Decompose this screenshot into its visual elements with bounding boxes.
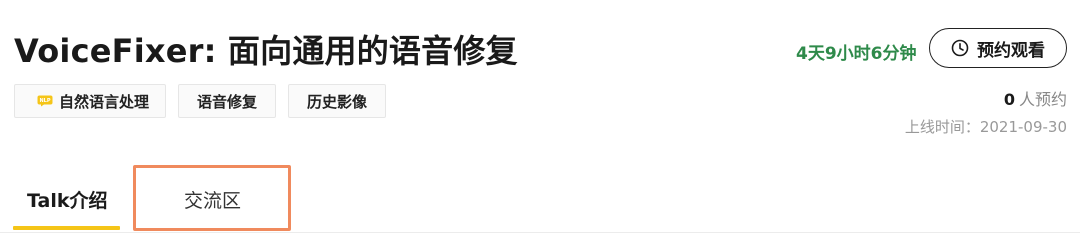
tab-talk-intro[interactable]: Talk介绍	[27, 186, 107, 213]
nlp-icon: NLP	[37, 95, 53, 107]
tag-nlp[interactable]: NLP 自然语言处理	[14, 84, 167, 118]
tag-label: 语音修复	[197, 92, 258, 111]
tag-list: NLP 自然语言处理 语音修复 历史影像	[14, 84, 387, 118]
reserve-watch-button[interactable]: 预约观看	[929, 28, 1067, 68]
page-title: VoiceFixer: 面向通用的语音修复	[14, 32, 518, 70]
tabs-divider	[0, 232, 1080, 233]
reserve-count-number: 0	[1003, 90, 1015, 109]
svg-text:NLP: NLP	[39, 98, 50, 104]
tag-label: 历史影像	[307, 92, 368, 111]
tag-historical-footage[interactable]: 历史影像	[288, 84, 387, 118]
reserve-count-suffix: 人预约	[1018, 90, 1067, 109]
reserve-count: 0 人预约	[1004, 86, 1067, 110]
countdown-timer: 4天9小时6分钟	[796, 44, 917, 64]
tag-label: 自然语言处理	[59, 92, 150, 111]
reserve-watch-label: 预约观看	[977, 40, 1045, 61]
tag-speech-restoration[interactable]: 语音修复	[178, 84, 277, 118]
tab-discussion[interactable]: 交流区	[184, 186, 241, 213]
active-tab-underline	[13, 226, 120, 230]
clock-icon	[951, 39, 969, 57]
online-time: 上线时间：2021-09-30	[904, 118, 1067, 136]
